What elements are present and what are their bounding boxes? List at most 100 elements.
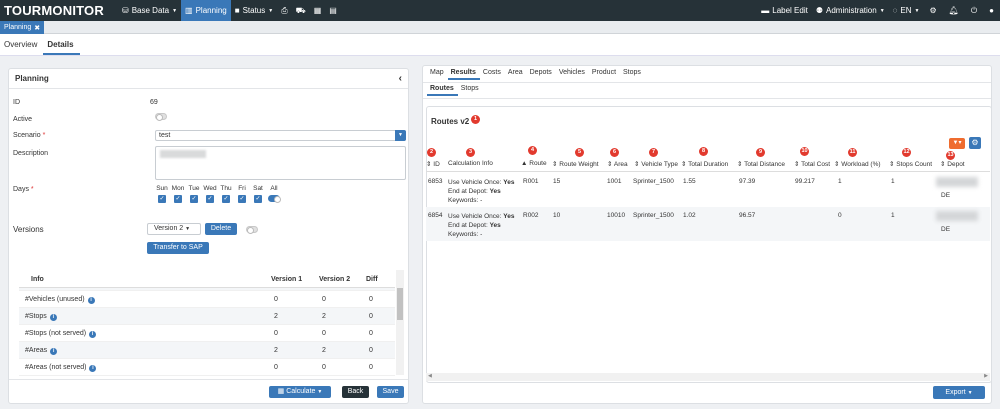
tab-costs[interactable]: Costs — [480, 69, 505, 80]
info-icon[interactable]: i — [89, 331, 97, 338]
day-checkbox[interactable]: ✓ — [190, 195, 198, 203]
panel-title: Planning — [15, 74, 49, 83]
day-checkbox[interactable]: ✓ — [174, 195, 182, 203]
map-button[interactable]: ▤ — [325, 0, 341, 21]
nav-planning[interactable]: ▥ Planning — [181, 0, 231, 21]
scroll-right-icon[interactable]: ▶ — [984, 373, 988, 379]
calculator-button[interactable]: ▦ — [310, 0, 326, 21]
cell-calc-info: Use Vehicle Once: Yes End at Depot: Yes … — [448, 178, 515, 205]
table-row[interactable]: 6853 Use Vehicle Once: Yes End at Depot:… — [426, 173, 990, 207]
day-checkbox[interactable]: ✓ — [238, 195, 246, 203]
scroll-left-icon[interactable]: ◀ — [428, 373, 432, 379]
tab-vehicles[interactable]: Vehicles — [556, 69, 589, 80]
all-days-toggle[interactable] — [268, 195, 281, 203]
table-scrollbar[interactable] — [396, 270, 404, 375]
row-v2: 0 — [322, 364, 326, 371]
power-button[interactable]: ⏻ — [965, 0, 983, 21]
scrollbar-thumb[interactable] — [397, 288, 403, 320]
filter-button[interactable]: ▼▾ — [949, 138, 965, 149]
cell-calc-info: Use Vehicle Once: Yes End at Depot: Yes … — [448, 212, 515, 239]
language-menu[interactable]: ◌ EN ▼ — [889, 0, 924, 21]
day-checkbox[interactable]: ✓ — [254, 195, 262, 203]
col-vehicle-type[interactable]: ⇕ Vehicle Type — [634, 160, 678, 168]
truck-button[interactable]: ⛟ — [292, 0, 310, 21]
info-icon[interactable]: i — [50, 348, 58, 355]
day-checkbox[interactable]: ✓ — [206, 195, 214, 203]
col-area[interactable]: ⇕ Area — [607, 160, 628, 168]
user-button[interactable]: ● — [983, 0, 1000, 21]
tab-product[interactable]: Product — [589, 69, 620, 80]
col-route[interactable]: ▲ Route — [521, 160, 547, 167]
info-icon[interactable]: i — [89, 365, 97, 372]
info-icon[interactable]: i — [87, 297, 95, 304]
col-id[interactable]: ⇕ ID — [426, 160, 440, 168]
tab-map[interactable]: Map — [427, 69, 448, 80]
results-panel: Map Results Costs Area Depots Vehicles P… — [422, 65, 992, 404]
col-depot[interactable]: ⇕ Depot — [940, 160, 965, 168]
divider — [423, 82, 991, 83]
scenario-select[interactable]: test ▼ — [155, 130, 406, 141]
delete-button[interactable]: Delete — [205, 223, 237, 235]
description-field[interactable] — [155, 146, 406, 180]
subtab-stops[interactable]: Stops — [458, 85, 483, 96]
caret-down-icon: ▼ — [879, 7, 885, 14]
cell-stops: 1 — [891, 178, 895, 185]
cell-duration: 1.02 — [683, 212, 696, 219]
gear-icon: ⚙ — [929, 6, 937, 15]
day-checkbox[interactable]: ✓ — [222, 195, 230, 203]
id-label: ID — [13, 99, 20, 106]
label-edit-button[interactable]: ▬ Label Edit — [757, 0, 812, 21]
col-stops-count-label: Stops Count — [896, 161, 933, 168]
table-row[interactable]: 6854 Use Vehicle Once: Yes End at Depot:… — [426, 207, 990, 241]
back-button[interactable]: Back — [342, 386, 369, 398]
chevron-down-icon[interactable]: ▼ — [395, 130, 406, 141]
settings-button[interactable]: ⚙ — [924, 0, 943, 21]
active-toggle[interactable] — [155, 113, 167, 121]
tab-stops[interactable]: Stops — [620, 69, 645, 80]
col-area-label: Area — [613, 161, 628, 168]
doc-tab-planning[interactable]: Planning ✖ — [0, 21, 45, 34]
administration-menu[interactable]: ⚉ Administration ▼ — [812, 0, 889, 21]
info-icon[interactable]: i — [49, 314, 57, 321]
col-total-cost[interactable]: ⇕ Total Cost — [794, 160, 830, 168]
versions-toggle[interactable] — [246, 226, 258, 234]
day-checkbox[interactable]: ✓ — [158, 195, 166, 203]
export-button[interactable]: Export ▼ — [933, 386, 985, 399]
subtab-routes[interactable]: Routes — [427, 85, 458, 96]
col-total-duration[interactable]: ⇕ Total Duration — [681, 160, 728, 168]
user-icon: ● — [989, 6, 994, 15]
col-stops-count[interactable]: ⇕ Stops Count — [889, 160, 932, 168]
transfer-to-sap-button[interactable]: Transfer to SAP — [147, 242, 209, 254]
tab-depots[interactable]: Depots — [527, 69, 556, 80]
tab-overview[interactable]: Overview — [0, 40, 43, 55]
required-marker: * — [30, 186, 34, 193]
blurred-text — [160, 150, 206, 158]
database-icon: ⛁ — [122, 6, 129, 15]
print-button[interactable]: ⎙ — [277, 0, 291, 21]
day-label: Wed — [203, 185, 217, 192]
tab-details[interactable]: Details — [43, 40, 80, 55]
notifications-button[interactable]: 🔔︎ — [943, 0, 965, 21]
horizontal-scrollbar[interactable]: ◀ ▶ — [426, 373, 990, 381]
col-calc-info[interactable]: Calculation Info — [448, 160, 493, 167]
nav-base-data[interactable]: ⛁ Base Data ▼ — [118, 0, 181, 21]
close-icon[interactable]: ✖ — [34, 24, 40, 32]
day-all: All — [267, 185, 281, 203]
calculator-icon: ▦ — [313, 6, 322, 15]
version-select[interactable]: Version 2 ▼ — [147, 223, 201, 235]
calculate-button[interactable]: ▦ Calculate ▼ — [269, 386, 331, 398]
table-settings-button[interactable]: ⚙ — [969, 137, 981, 149]
row-info-text: #Stops (not served) — [25, 330, 87, 337]
nav-status[interactable]: ■ Status ▼ — [231, 0, 277, 21]
col-route-weight[interactable]: ⇕ Route Weight — [552, 160, 599, 168]
tab-area[interactable]: Area — [505, 69, 527, 80]
col-total-distance[interactable]: ⇕ Total Distance — [737, 160, 785, 168]
save-button[interactable]: Save — [377, 386, 404, 398]
chevron-left-icon[interactable]: ‹ — [399, 73, 402, 84]
days-label-text: Days — [13, 186, 29, 193]
planning-panel: Planning ‹ ID 69 Active Scenario * test … — [8, 68, 409, 404]
tab-results[interactable]: Results — [447, 69, 480, 80]
row-info: #Vehicles (unused) i — [25, 296, 95, 304]
col-workload[interactable]: ⇕ Workload (%) — [834, 160, 881, 168]
col-workload-label: Workload (%) — [841, 161, 881, 168]
